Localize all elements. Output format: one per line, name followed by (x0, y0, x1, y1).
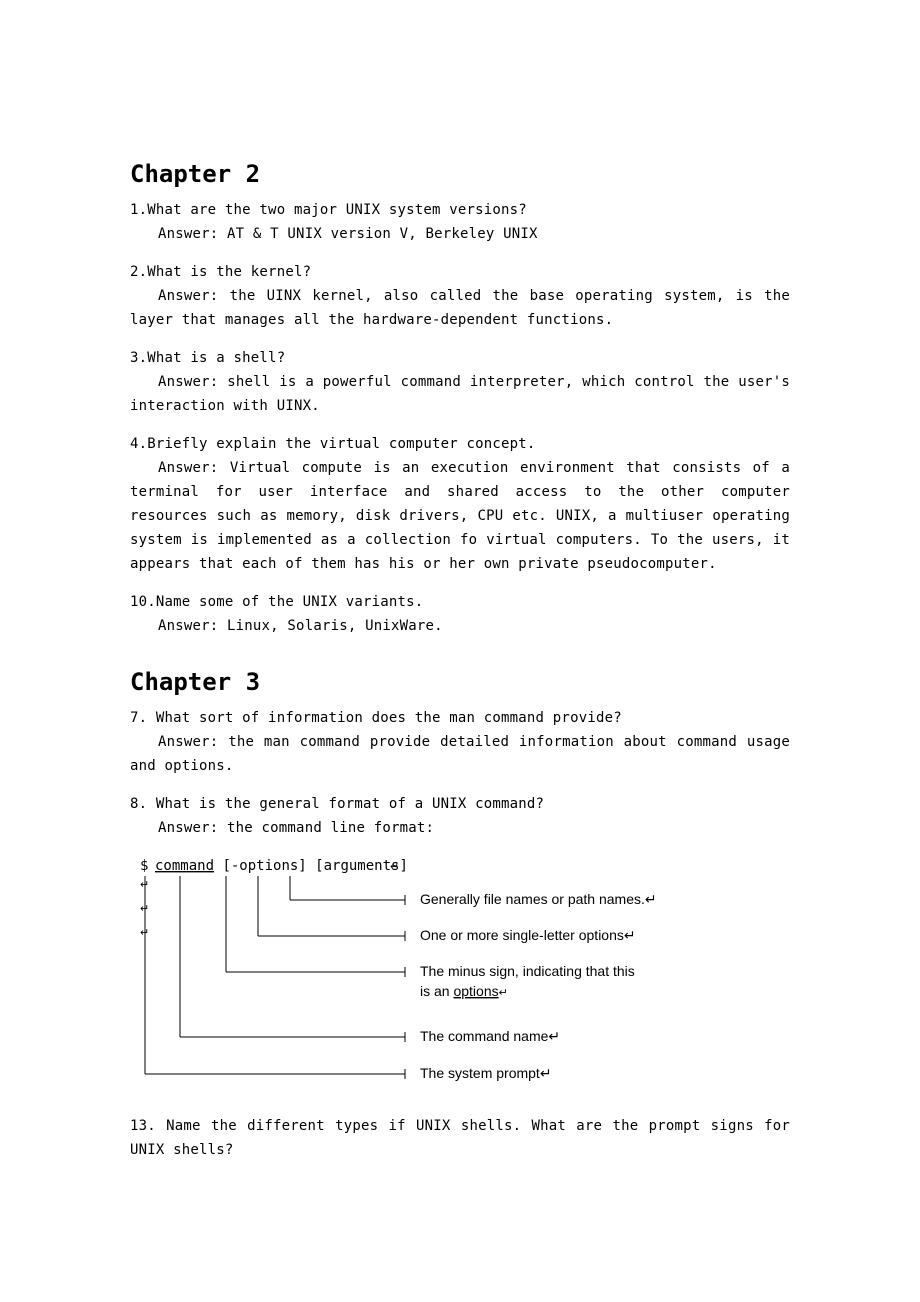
question-text: 4.Briefly explain the virtual computer c… (130, 432, 790, 456)
diagram-label-minus-1: The minus sign, indicating that this (420, 963, 635, 979)
line-break-mark: ↵ (140, 879, 149, 891)
answer-text: Answer: the command line format: (130, 816, 790, 840)
answer-text: Answer: the man command provide detailed… (130, 730, 790, 778)
answer-text: Answer: the UINX kernel, also called the… (130, 284, 790, 332)
document-page: Chapter 2 1.What are the two major UNIX … (0, 0, 920, 1256)
diagram-label-command-name: The command name↵ (420, 1028, 560, 1044)
line-break-mark: ↵ (140, 903, 149, 915)
answer-text: Answer: AT & T UNIX version V, Berkeley … (130, 222, 790, 246)
chapter-title: Chapter 3 (130, 668, 790, 696)
qa-item: 10.Name some of the UNIX variants. Answe… (130, 590, 790, 638)
question-text: 3.What is a shell? (130, 346, 790, 370)
question-text: 7. What sort of information does the man… (130, 706, 790, 730)
answer-text: Answer: Linux, Solaris, UnixWare. (130, 614, 790, 638)
line-break-mark: ↵ (140, 927, 149, 939)
diagram-label-options: One or more single-letter options↵ (420, 927, 636, 943)
question-text: 13. Name the different types if UNIX she… (130, 1114, 790, 1162)
qa-item: 3.What is a shell? Answer: shell is a po… (130, 346, 790, 418)
question-text: 1.What are the two major UNIX system ver… (130, 198, 790, 222)
command-format-diagram: $ command [-options] [arguments] ↵ (130, 854, 790, 1094)
diagram-command-word: command [-options] [arguments] (155, 858, 408, 874)
diagram-label-minus-2: is an options↵ (420, 983, 508, 999)
qa-item: 8. What is the general format of a UNIX … (130, 792, 790, 840)
qa-item: 13. Name the different types if UNIX she… (130, 1114, 790, 1162)
answer-text: Answer: Virtual compute is an execution … (130, 456, 790, 576)
qa-item: 7. What sort of information does the man… (130, 706, 790, 778)
question-text: 10.Name some of the UNIX variants. (130, 590, 790, 614)
qa-item: 1.What are the two major UNIX system ver… (130, 198, 790, 246)
answer-text: Answer: shell is a powerful command inte… (130, 370, 790, 418)
line-break-mark: ↵ (390, 861, 399, 873)
diagram-label-prompt: The system prompt↵ (420, 1065, 552, 1081)
question-text: 2.What is the kernel? (130, 260, 790, 284)
diagram-dollar: $ (140, 858, 148, 874)
qa-item: 4.Briefly explain the virtual computer c… (130, 432, 790, 576)
diagram-label-arguments: Generally file names or path names.↵ (420, 891, 657, 907)
chapter-title: Chapter 2 (130, 160, 790, 188)
qa-item: 2.What is the kernel? Answer: the UINX k… (130, 260, 790, 332)
question-text: 8. What is the general format of a UNIX … (130, 792, 790, 816)
